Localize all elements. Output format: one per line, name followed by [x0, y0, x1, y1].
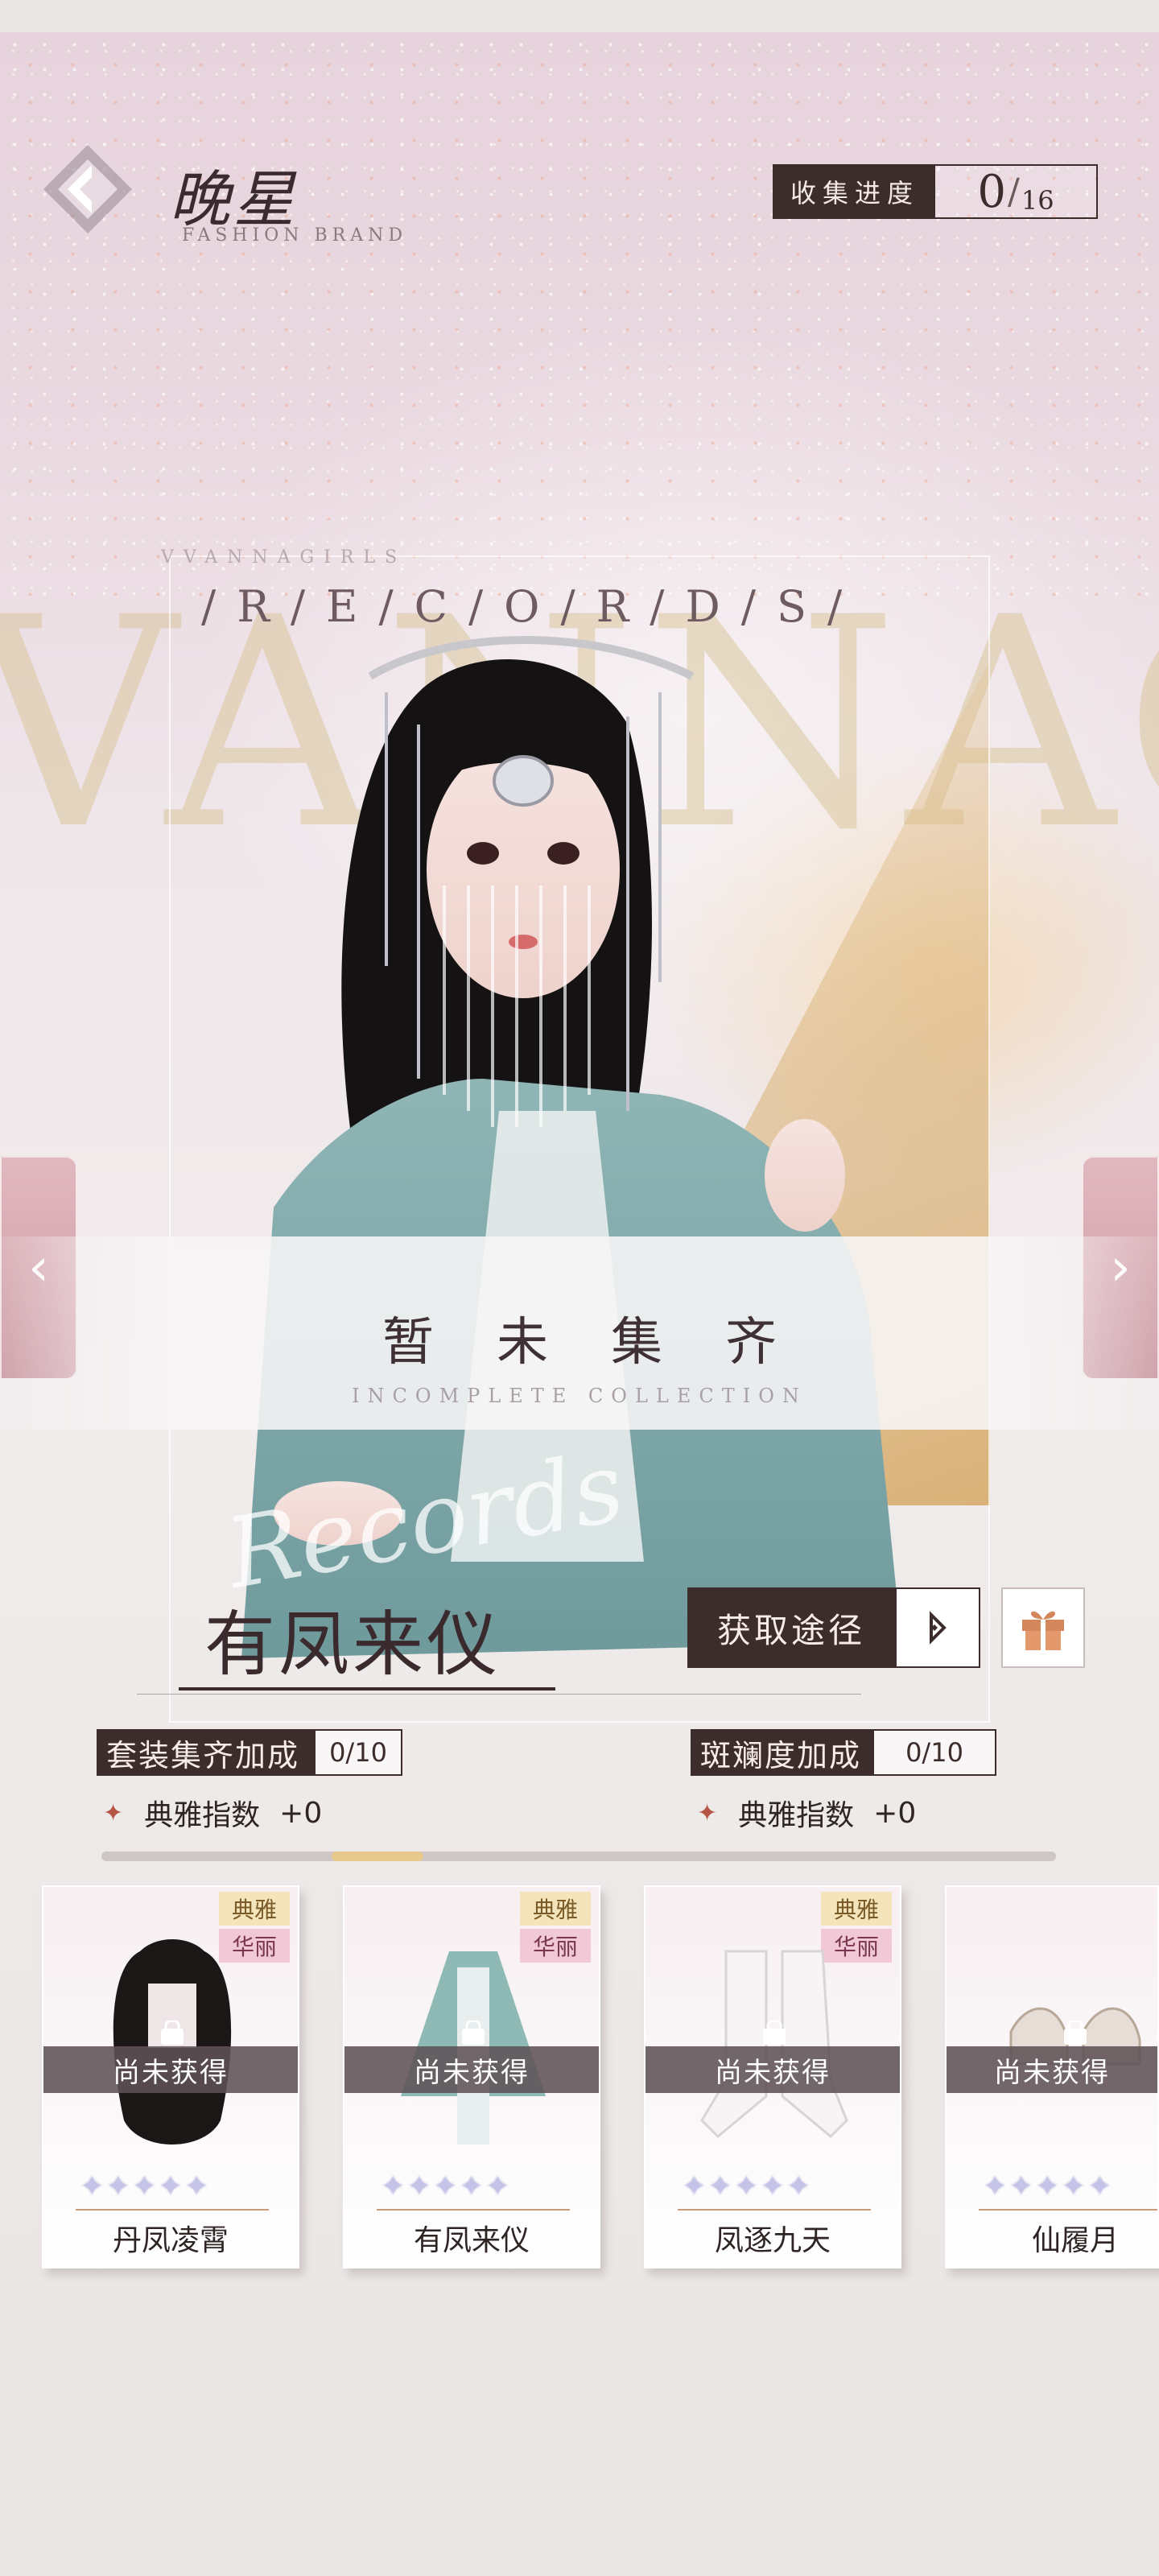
progress-total: 16: [1021, 185, 1054, 216]
style-tag: 典雅: [821, 1892, 892, 1926]
sparkle-icon: ✦: [103, 1798, 124, 1827]
bonus-stat: ✦ 典雅指数 +0: [697, 1792, 916, 1834]
card-name: 有凤来仪: [413, 2224, 530, 2257]
not-obtained-status: 尚未获得: [43, 2046, 298, 2093]
progress-label: 收集进度: [774, 166, 935, 217]
outfit-piece-card[interactable]: 典雅 华丽 尚未获得 ✦ ✦ ✦ ✦ ✦ 有凤来仪: [343, 1885, 600, 2268]
bonus-value: 0/10: [316, 1731, 401, 1774]
outfit-piece-card[interactable]: 尚未获得 ✦ ✦ ✦ ✦ ✦ 仙履月: [945, 1885, 1159, 2268]
card-scrollbar-thumb[interactable]: [332, 1852, 423, 1861]
acquire-source-label: 获取途径: [687, 1587, 895, 1668]
sparkle-icon: ✦: [697, 1798, 718, 1827]
card-name: 凤逐九天: [714, 2224, 831, 2257]
card-divider: [979, 2209, 1157, 2211]
card-name: 仙履月: [1031, 2224, 1119, 2257]
bonus-label: 套装集齐加成: [98, 1731, 316, 1774]
incomplete-banner: 暂未集齐 INCOMPLETE COLLECTION: [0, 1236, 1159, 1430]
rarity-stars: ✦ ✦ ✦ ✦ ✦: [80, 2170, 208, 2202]
gift-icon: [1022, 1611, 1064, 1650]
card-scrollbar[interactable]: [101, 1852, 1056, 1861]
lock-icon: [763, 2021, 786, 2045]
lock-icon: [1064, 2021, 1087, 2045]
not-obtained-status: 尚未获得: [947, 2046, 1157, 2093]
bonus-label: 斑斓度加成: [692, 1731, 874, 1774]
outfit-piece-card[interactable]: 典雅 华丽 尚未获得 ✦ ✦ ✦ ✦ ✦ 丹凤凌霄: [42, 1885, 299, 2268]
bonus-stat-value: +0: [873, 1796, 917, 1830]
banner-subtitle: INCOMPLETE COLLECTION: [352, 1385, 807, 1407]
progress-slash: /: [1008, 171, 1020, 213]
not-obtained-status: 尚未获得: [344, 2046, 599, 2093]
rarity-stars: ✦ ✦ ✦ ✦ ✦: [683, 2170, 810, 2202]
card-divider: [377, 2209, 570, 2211]
bonus-stat-label: 典雅指数: [144, 1799, 261, 1832]
source-arrow-icon: [895, 1587, 980, 1668]
bonus-stat: ✦ 典雅指数 +0: [103, 1792, 322, 1834]
lock-icon: [462, 2021, 485, 2045]
colorfulness-bonus: 斑斓度加成 0/10: [691, 1729, 996, 1776]
back-button[interactable]: [43, 145, 132, 233]
collection-progress: 收集进度 0 / 16: [773, 164, 1098, 219]
brand-subtitle: FASHION BRAND: [182, 225, 407, 246]
style-tag: 典雅: [219, 1892, 290, 1926]
acquire-source-button[interactable]: 获取途径: [687, 1587, 980, 1668]
card-name: 丹凤凌霄: [112, 2224, 229, 2257]
outfit-rule: [137, 1694, 861, 1695]
bonus-stat-label: 典雅指数: [738, 1799, 855, 1832]
card-divider: [678, 2209, 871, 2211]
bonus-stat-value: +0: [279, 1796, 323, 1830]
rarity-stars: ✦ ✦ ✦ ✦ ✦: [984, 2170, 1112, 2202]
records-tag: VVANNAGIRLS: [161, 547, 407, 568]
rarity-stars: ✦ ✦ ✦ ✦ ✦: [382, 2170, 509, 2202]
lock-icon: [161, 2021, 184, 2045]
progress-value: 0 / 16: [935, 165, 1096, 218]
outfit-name: 有凤来仪: [204, 1603, 501, 1686]
set-complete-bonus: 套装集齐加成 0/10: [97, 1729, 402, 1776]
banner-title: 暂未集齐: [382, 1313, 839, 1373]
not-obtained-status: 尚未获得: [645, 2046, 900, 2093]
gift-button[interactable]: [1001, 1587, 1085, 1668]
outfit-underline: [179, 1687, 555, 1690]
bonus-value: 0/10: [874, 1731, 995, 1774]
outfit-piece-card[interactable]: 典雅 华丽 尚未获得 ✦ ✦ ✦ ✦ ✦ 凤逐九天: [644, 1885, 901, 2268]
style-tag: 典雅: [520, 1892, 591, 1926]
sparkle-decoration: [0, 32, 1159, 596]
card-divider: [76, 2209, 269, 2211]
progress-current: 0: [977, 165, 1007, 218]
